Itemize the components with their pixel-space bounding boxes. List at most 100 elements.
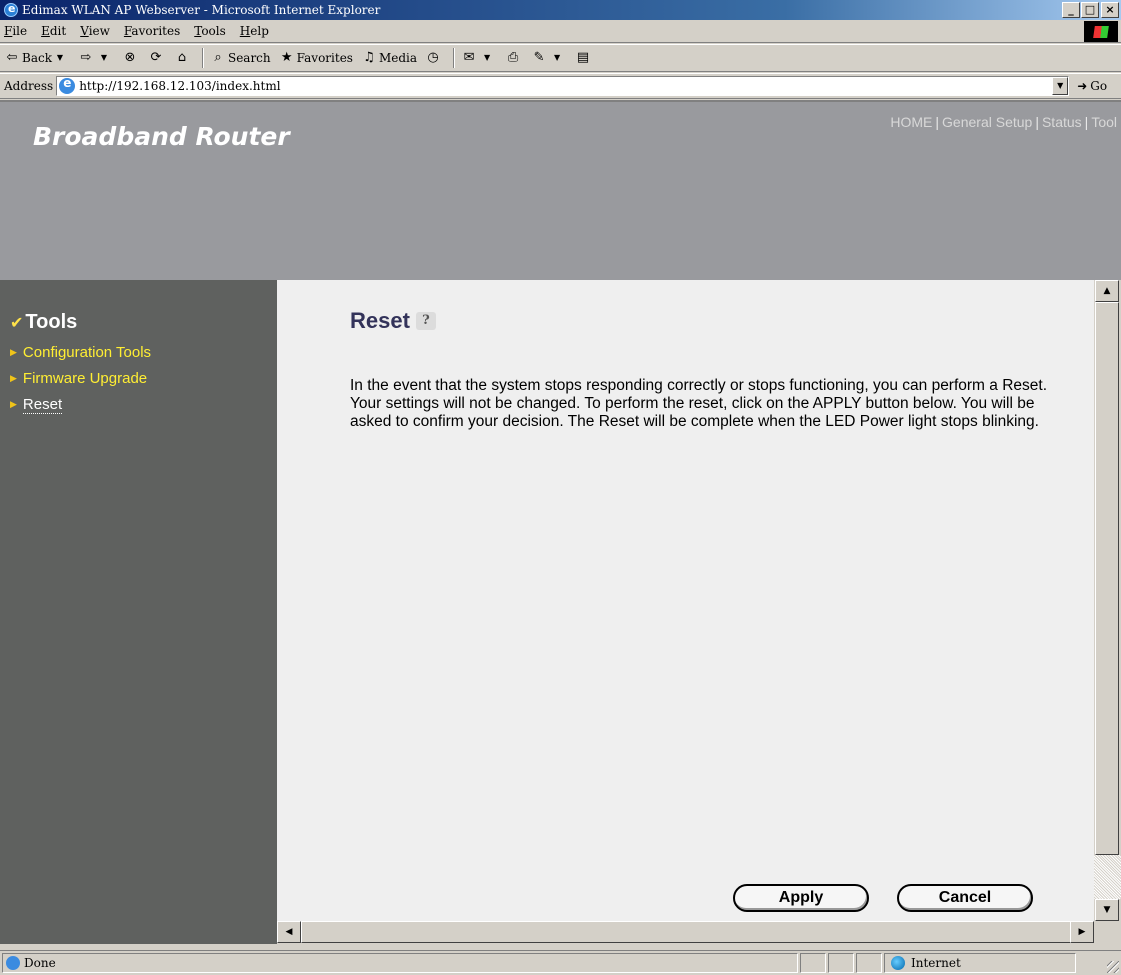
address-url[interactable]: http://192.168.12.103/index.html: [79, 79, 280, 93]
edit-button[interactable]: ✎ ▼: [531, 50, 567, 66]
scroll-right-icon[interactable]: ▶: [1070, 921, 1094, 943]
forward-arrow-icon: ⇨: [80, 50, 92, 65]
security-zone: Internet: [884, 953, 1076, 973]
nav-divider: |: [1084, 114, 1089, 130]
sidebar-item-label: Firmware Upgrade: [22, 370, 148, 387]
back-dropdown-icon[interactable]: ▼: [52, 50, 68, 66]
nav-tool[interactable]: Tool: [1091, 114, 1117, 130]
browser-toolbar: ⇦ Back ▼ ⇨ ▼ ⊗ ⟳ ⌂ ⌕ Search ★ Favorites …: [0, 44, 1121, 72]
stop-button[interactable]: ⊗: [122, 50, 140, 66]
mail-dropdown-icon[interactable]: ▼: [479, 50, 495, 66]
vertical-scroll-thumb[interactable]: [1095, 302, 1119, 855]
forward-button[interactable]: ⇨ ▼: [78, 50, 114, 66]
nav-home[interactable]: HOME: [890, 114, 932, 130]
cancel-button[interactable]: Cancel: [897, 884, 1033, 912]
print-button[interactable]: ⎙: [505, 50, 523, 66]
web-page: Broadband Router HOME | General Setup | Stat…: [0, 100, 1121, 944]
zone-label: Internet: [911, 956, 961, 970]
search-label: Search: [227, 51, 271, 65]
reset-description: In the event that the system stops respo…: [350, 377, 1048, 430]
window-title: Edimax WLAN AP Webserver - Microsoft Int…: [22, 3, 381, 17]
globe-icon: [891, 956, 905, 970]
minimize-button[interactable]: _: [1062, 2, 1080, 18]
close-button[interactable]: ×: [1101, 2, 1119, 18]
arrow-right-icon: ▶: [10, 373, 17, 384]
favorites-button[interactable]: ★ Favorites: [279, 50, 353, 66]
window-titlebar: Edimax WLAN AP Webserver - Microsoft Int…: [0, 0, 1121, 20]
address-input[interactable]: http://192.168.12.103/index.html ▼: [56, 76, 1070, 96]
address-bar: Address http://192.168.12.103/index.html…: [0, 73, 1121, 99]
page-title-label: Reset: [350, 308, 410, 333]
apply-button[interactable]: Apply: [733, 884, 869, 912]
main-content: Reset ? In the event that the system sto…: [277, 280, 1094, 921]
favorites-icon: ★: [280, 50, 293, 65]
sidebar-item-label: Reset: [22, 396, 63, 414]
search-button[interactable]: ⌕ Search: [210, 50, 271, 66]
sidebar-item-firmware-upgrade[interactable]: ▶ Firmware Upgrade: [10, 370, 147, 387]
address-dropdown-icon[interactable]: ▼: [1052, 77, 1069, 95]
vertical-scroll-track[interactable]: [1094, 855, 1121, 899]
sidebar-title: ✔ Tools: [10, 311, 77, 334]
home-button[interactable]: ⌂: [174, 50, 192, 66]
router-header: Broadband Router HOME | General Setup | Stat…: [0, 102, 1121, 280]
mail-button[interactable]: ✉ ▼: [461, 50, 497, 66]
maximize-button[interactable]: □: [1081, 2, 1099, 18]
windows-logo-icon: [1084, 21, 1118, 42]
status-bar: Done Internet: [0, 950, 1121, 975]
forward-dropdown-icon[interactable]: ▼: [96, 50, 112, 66]
sidebar-item-configuration-tools[interactable]: ▶ Configuration Tools: [10, 344, 151, 361]
nav-status[interactable]: Status: [1042, 114, 1082, 130]
home-icon: ⌂: [177, 50, 187, 65]
history-icon: ◷: [427, 50, 439, 65]
discuss-button[interactable]: ▤: [575, 50, 593, 66]
arrow-right-icon: ▶: [10, 347, 17, 358]
back-button[interactable]: ⇦ Back ▼: [4, 50, 70, 66]
mail-icon: ✉: [463, 50, 475, 65]
menu-edit[interactable]: Edit: [41, 24, 66, 38]
menu-file[interactable]: File: [4, 24, 27, 38]
edit-dropdown-icon[interactable]: ▼: [549, 50, 565, 66]
sidebar: ✔ Tools ▶ Configuration Tools ▶ Firmware…: [0, 280, 277, 944]
go-arrow-icon: ➜: [1077, 79, 1088, 93]
refresh-button[interactable]: ⟳: [148, 50, 166, 66]
menu-tools[interactable]: Tools: [194, 24, 226, 38]
menu-view[interactable]: View: [80, 24, 110, 38]
stop-icon: ⊗: [124, 50, 136, 65]
nav-general-setup[interactable]: General Setup: [942, 114, 1032, 130]
scroll-left-icon[interactable]: ◀: [277, 921, 301, 943]
menu-favorites[interactable]: Favorites: [124, 24, 180, 38]
menu-help[interactable]: Help: [240, 24, 269, 38]
edit-icon: ✎: [533, 50, 545, 65]
media-label: Media: [378, 51, 418, 65]
window-controls: _ □ ×: [1061, 2, 1119, 18]
nav-divider: |: [935, 114, 940, 130]
ie-logo-icon: [4, 2, 18, 17]
checkmark-icon: ✔: [10, 313, 24, 332]
back-arrow-icon: ⇦: [6, 50, 18, 65]
nav-divider: |: [1035, 114, 1039, 130]
refresh-icon: ⟳: [150, 50, 162, 65]
sidebar-item-reset[interactable]: ▶ Reset: [10, 396, 63, 414]
media-icon: ♫: [363, 50, 375, 65]
horizontal-scrollbar[interactable]: ◀ ▶: [277, 921, 1094, 943]
media-button[interactable]: ♫ Media: [361, 50, 417, 66]
search-icon: ⌕: [214, 50, 222, 65]
page-status-icon: [6, 956, 20, 970]
scroll-up-icon[interactable]: ▲: [1095, 280, 1119, 302]
toolbar-separator: [201, 48, 204, 68]
scrollbar-corner: [1094, 921, 1121, 943]
vertical-scrollbar[interactable]: ▲ ▼: [1094, 280, 1121, 921]
back-label: Back: [22, 51, 52, 65]
sidebar-item-label: Configuration Tools: [22, 344, 152, 361]
resize-grip-icon[interactable]: [1107, 961, 1119, 973]
horizontal-scroll-thumb[interactable]: [301, 921, 1073, 943]
scroll-down-icon[interactable]: ▼: [1095, 899, 1119, 921]
history-button[interactable]: ◷: [425, 50, 443, 66]
brand-title: Broadband Router: [33, 122, 290, 151]
toolbar-separator: [453, 48, 456, 68]
help-icon[interactable]: ?: [415, 312, 436, 330]
go-button[interactable]: ➜ Go: [1077, 79, 1107, 93]
menu-bar: File Edit View Favorites Tools Help: [0, 20, 1121, 43]
print-icon: ⎙: [507, 50, 519, 65]
page-icon: [59, 76, 76, 94]
